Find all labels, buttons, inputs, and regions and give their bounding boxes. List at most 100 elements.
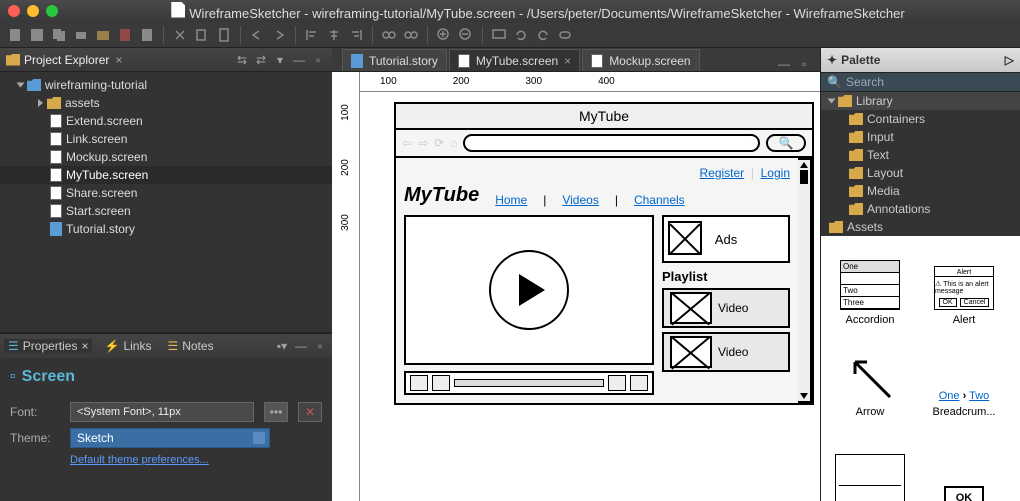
maximize-panel-icon[interactable]: ▫ xyxy=(310,53,326,67)
palette-item-arrow[interactable]: Arrow xyxy=(827,334,913,418)
folder-icon xyxy=(849,149,863,161)
tab-properties[interactable]: ☰Properties× xyxy=(4,339,92,353)
palette-cat-containers[interactable]: Containers xyxy=(821,110,1020,128)
palette-item-button[interactable]: OK xyxy=(921,426,1007,501)
tree-item[interactable]: Share.screen xyxy=(0,184,332,202)
theme-preferences-link[interactable]: Default theme preferences... xyxy=(70,454,209,466)
folder-icon xyxy=(849,185,863,197)
folder-icon xyxy=(849,167,863,179)
palette-cat-input[interactable]: Input xyxy=(821,128,1020,146)
minimize-panel-icon[interactable]: — xyxy=(291,53,307,67)
minimize-icon[interactable]: — xyxy=(293,339,309,353)
theme-select[interactable]: Sketch xyxy=(70,428,270,448)
toggle-icon[interactable] xyxy=(556,26,574,44)
mockup-nav-channels: Channels xyxy=(634,193,685,207)
new-icon[interactable] xyxy=(6,26,24,44)
tree-item[interactable]: Start.screen xyxy=(0,202,332,220)
editor-tab-mockup[interactable]: Mockup.screen xyxy=(582,49,699,71)
horizontal-ruler: 100200300400 xyxy=(360,72,820,92)
zoom-window-button[interactable] xyxy=(46,5,58,17)
close-window-button[interactable] xyxy=(8,5,20,17)
palette-cat-annotations[interactable]: Annotations xyxy=(821,200,1020,218)
link-editor-icon[interactable]: ⇄ xyxy=(253,53,269,67)
editor-tab-mytube[interactable]: MyTube.screen× xyxy=(449,49,580,71)
mockup-url-field xyxy=(463,134,760,152)
save-icon[interactable] xyxy=(28,26,46,44)
palette-widget-grid: OneTwoThree Accordion Alert⚠ This is an … xyxy=(821,236,1020,501)
rotate-right-icon[interactable] xyxy=(534,26,552,44)
redo-icon[interactable] xyxy=(270,26,288,44)
maximize-icon[interactable]: ▫ xyxy=(312,339,328,353)
project-explorer-header: Project Explorer × ⇆ ⇄ ▾ — ▫ xyxy=(0,48,332,72)
design-canvas[interactable]: MyTube ⇦ ⇨ ⟳ ⌂ 🔍 xyxy=(360,92,820,501)
back-icon: ⇦ xyxy=(402,136,412,150)
unlink-icon[interactable] xyxy=(402,26,420,44)
tree-item[interactable]: Tutorial.story xyxy=(0,220,332,238)
copy-icon[interactable] xyxy=(50,26,68,44)
project-tree[interactable]: wireframing-tutorial assets Extend.scree… xyxy=(0,72,332,332)
font-field[interactable]: <System Font>, 11px xyxy=(70,402,254,422)
align-right-icon[interactable] xyxy=(347,26,365,44)
palette-header: ✦ Palette ▷ xyxy=(821,48,1020,72)
copy2-icon[interactable] xyxy=(193,26,211,44)
magnifier-icon: 🔍 xyxy=(827,75,842,89)
palette-item-alert[interactable]: Alert⚠ This is an alert messageOKCancel … xyxy=(921,242,1007,326)
zoom-out-icon[interactable] xyxy=(457,26,475,44)
mockup-video-player xyxy=(404,215,654,365)
links-icon: ⚡ xyxy=(104,339,119,353)
palette-item-browser[interactable] xyxy=(827,426,913,501)
chevron-right-icon[interactable]: ▷ xyxy=(1005,53,1014,67)
font-clear-button[interactable]: ✕ xyxy=(298,402,322,422)
palette-library[interactable]: Library xyxy=(821,92,1020,110)
rotate-left-icon[interactable] xyxy=(512,26,530,44)
minimize-editor-icon[interactable]: — xyxy=(776,57,792,71)
minimize-window-button[interactable] xyxy=(27,5,39,17)
tree-item-selected[interactable]: MyTube.screen xyxy=(0,166,332,184)
export-icon[interactable] xyxy=(138,26,156,44)
palette-assets[interactable]: Assets xyxy=(821,218,1020,236)
color-picker-icon[interactable]: ▪▾ xyxy=(274,339,290,353)
volume-icon xyxy=(608,375,626,391)
tree-item[interactable]: Mockup.screen xyxy=(0,148,332,166)
cut-icon[interactable] xyxy=(171,26,189,44)
close-icon[interactable]: × xyxy=(81,339,88,353)
tree-root[interactable]: wireframing-tutorial xyxy=(0,76,332,94)
view-menu-icon[interactable]: ▾ xyxy=(272,53,288,67)
close-panel-icon[interactable]: × xyxy=(115,53,122,67)
tree-folder-assets[interactable]: assets xyxy=(0,94,332,112)
palette-item-breadcrumbs[interactable]: One › Two Breadcrum... xyxy=(921,334,1007,418)
tab-links[interactable]: ⚡Links xyxy=(100,339,155,353)
align-center-icon[interactable] xyxy=(325,26,343,44)
palette-cat-layout[interactable]: Layout xyxy=(821,164,1020,182)
collapse-all-icon[interactable]: ⇆ xyxy=(234,53,250,67)
paste-icon[interactable] xyxy=(215,26,233,44)
palette-cat-media[interactable]: Media xyxy=(821,182,1020,200)
print-icon[interactable] xyxy=(72,26,90,44)
undo-icon[interactable] xyxy=(248,26,266,44)
palette-cat-text[interactable]: Text xyxy=(821,146,1020,164)
mockup-browser-window[interactable]: MyTube ⇦ ⇨ ⟳ ⌂ 🔍 xyxy=(394,102,814,405)
screen-icon xyxy=(591,54,603,68)
close-tab-icon[interactable]: × xyxy=(564,54,571,68)
fullscreen-icon xyxy=(630,375,648,391)
pdf-icon[interactable] xyxy=(116,26,134,44)
tree-item[interactable]: Link.screen xyxy=(0,130,332,148)
home-icon: ⌂ xyxy=(450,136,457,150)
link-icon[interactable] xyxy=(380,26,398,44)
tab-notes[interactable]: ☰Notes xyxy=(163,339,217,353)
tree-item[interactable]: Extend.screen xyxy=(0,112,332,130)
palette-search[interactable]: 🔍Search xyxy=(821,72,1020,92)
present-icon[interactable] xyxy=(490,26,508,44)
maximize-editor-icon[interactable]: ▫ xyxy=(796,57,812,71)
window-title: WireframeSketcher - wireframing-tutorial… xyxy=(189,6,904,21)
mockup-nav-videos: Videos xyxy=(562,193,598,207)
align-left-icon[interactable] xyxy=(303,26,321,44)
folder-icon xyxy=(6,54,20,66)
zoom-in-icon[interactable] xyxy=(435,26,453,44)
palette-item-accordion[interactable]: OneTwoThree Accordion xyxy=(827,242,913,326)
editor-tab-tutorial[interactable]: Tutorial.story xyxy=(342,49,447,71)
story-icon xyxy=(351,54,363,68)
font-picker-button[interactable]: ••• xyxy=(264,402,288,422)
camera-icon[interactable] xyxy=(94,26,112,44)
palette-icon: ✦ xyxy=(827,53,837,67)
